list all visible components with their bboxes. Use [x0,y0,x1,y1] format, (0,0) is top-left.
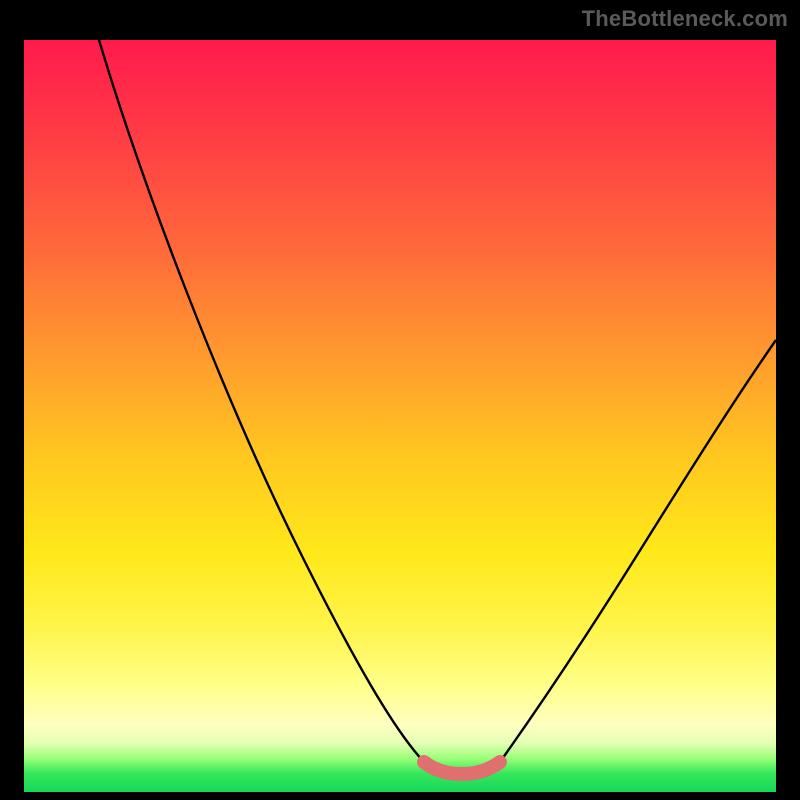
right-curve-path [500,340,776,762]
chart-plot-area [24,40,776,792]
left-curve-path [99,40,424,762]
chart-svg [24,40,776,792]
watermark-text: TheBottleneck.com [582,6,788,32]
trough-path [424,762,500,774]
chart-frame: TheBottleneck.com [0,0,800,800]
